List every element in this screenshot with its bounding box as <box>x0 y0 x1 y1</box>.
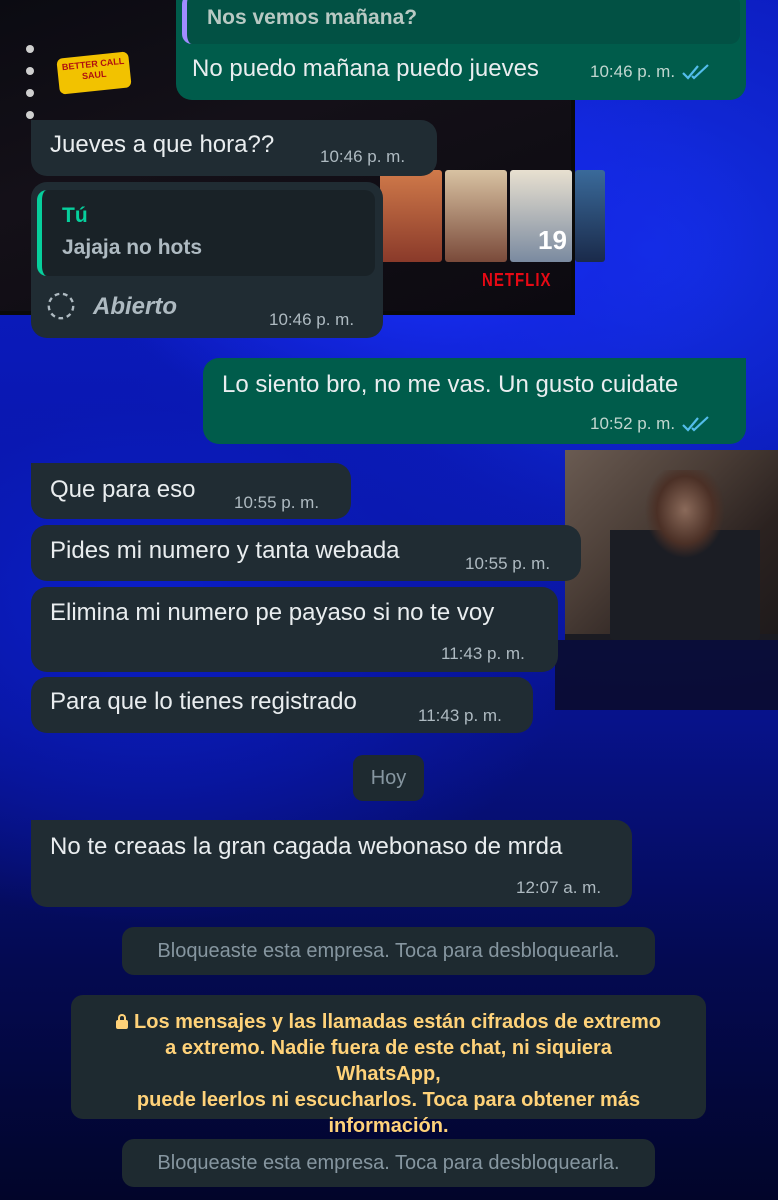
message-incoming[interactable]: Pides mi numero y tanta webada 10:55 p. … <box>31 525 581 581</box>
message-text: No te creaas la gran cagada webonaso de … <box>50 833 563 860</box>
encryption-line-2: a extremo. Nadie fuera de este chat, ni … <box>165 1037 612 1085</box>
message-text: Elimina mi numero pe payaso si no te voy <box>50 599 495 626</box>
message-incoming[interactable]: Elimina mi numero pe payaso si no te voy… <box>31 587 558 672</box>
message-time: 10:52 p. m. <box>590 414 676 433</box>
wallpaper-netflix-logo: NETFLIX <box>482 270 552 291</box>
message-time: 11:43 p. m. <box>418 706 502 725</box>
message-text: No puedo mañana puedo jueves <box>192 55 539 82</box>
encryption-line-3: puede leerlos ni escucharlos. Toca para … <box>136 1089 641 1111</box>
lock-icon <box>116 1014 129 1029</box>
wallpaper-stand <box>555 640 778 710</box>
message-time: 10:55 p. m. <box>234 493 320 512</box>
message-text: Que para eso <box>50 476 196 503</box>
encryption-line-1: Los mensajes y las llamadas están cifrad… <box>111 1009 666 1035</box>
message-incoming[interactable]: No te creaas la gran cagada webonaso de … <box>31 820 632 907</box>
message-incoming[interactable]: Tú Jajaja no hots Abierto 10:46 p. m. <box>31 182 383 338</box>
wallpaper-tv-badge: 19 <box>538 225 567 255</box>
view-once-open-icon <box>47 292 75 320</box>
message-text: Lo siento bro, no me vas. Un gusto cuida… <box>222 371 679 398</box>
quoted-text: Nos vemos mañana? <box>207 6 418 29</box>
wallpaper-tv-sidebar <box>26 45 38 119</box>
message-incoming[interactable]: Que para eso 10:55 p. m. <box>31 463 351 519</box>
quoted-author: Tú <box>62 204 88 227</box>
message-outgoing[interactable]: Lo siento bro, no me vas. Un gusto cuida… <box>203 358 746 444</box>
message-outgoing[interactable]: Nos vemos mañana? No puedo mañana puedo … <box>176 0 746 100</box>
quoted-message[interactable]: Tú Jajaja no hots <box>37 190 375 276</box>
quoted-message[interactable]: Nos vemos mañana? <box>182 0 740 44</box>
date-separator: Hoy <box>353 755 424 801</box>
message-time: 11:43 p. m. <box>441 644 525 663</box>
message-time: 10:46 p. m. <box>269 310 355 329</box>
message-incoming[interactable]: Para que lo tienes registrado 11:43 p. m… <box>31 677 533 733</box>
message-time: 10:55 p. m. <box>465 554 551 573</box>
quoted-text: Jajaja no hots <box>62 236 203 259</box>
double-check-icon <box>682 416 709 432</box>
wallpaper-figure <box>610 470 760 640</box>
view-once-label: Abierto <box>93 293 177 320</box>
message-time: 12:07 a. m. <box>516 878 602 897</box>
wallpaper-show-logo: BETTER CALL SAUL <box>56 51 132 95</box>
message-text: Pides mi numero y tanta webada <box>50 537 400 564</box>
blocked-business-notice[interactable]: Bloqueaste esta empresa. Toca para desbl… <box>122 927 655 975</box>
message-time: 10:46 p. m. <box>320 147 406 166</box>
blocked-business-notice[interactable]: Bloqueaste esta empresa. Toca para desbl… <box>122 1139 655 1187</box>
encryption-line-4: información. <box>328 1115 449 1137</box>
message-meta: 10:52 p. m. <box>590 414 711 434</box>
message-text: Para que lo tienes registrado <box>50 688 357 715</box>
encryption-notice[interactable]: Los mensajes y las llamadas están cifrad… <box>71 995 706 1137</box>
message-incoming[interactable]: Jueves a que hora?? 10:46 p. m. <box>31 120 437 176</box>
message-meta: 10:46 p. m. <box>590 62 711 82</box>
double-check-icon <box>682 64 709 80</box>
wallpaper-tv-thumbnails <box>380 170 605 262</box>
message-text: Jueves a que hora?? <box>50 131 275 158</box>
message-time: 10:46 p. m. <box>590 62 676 81</box>
